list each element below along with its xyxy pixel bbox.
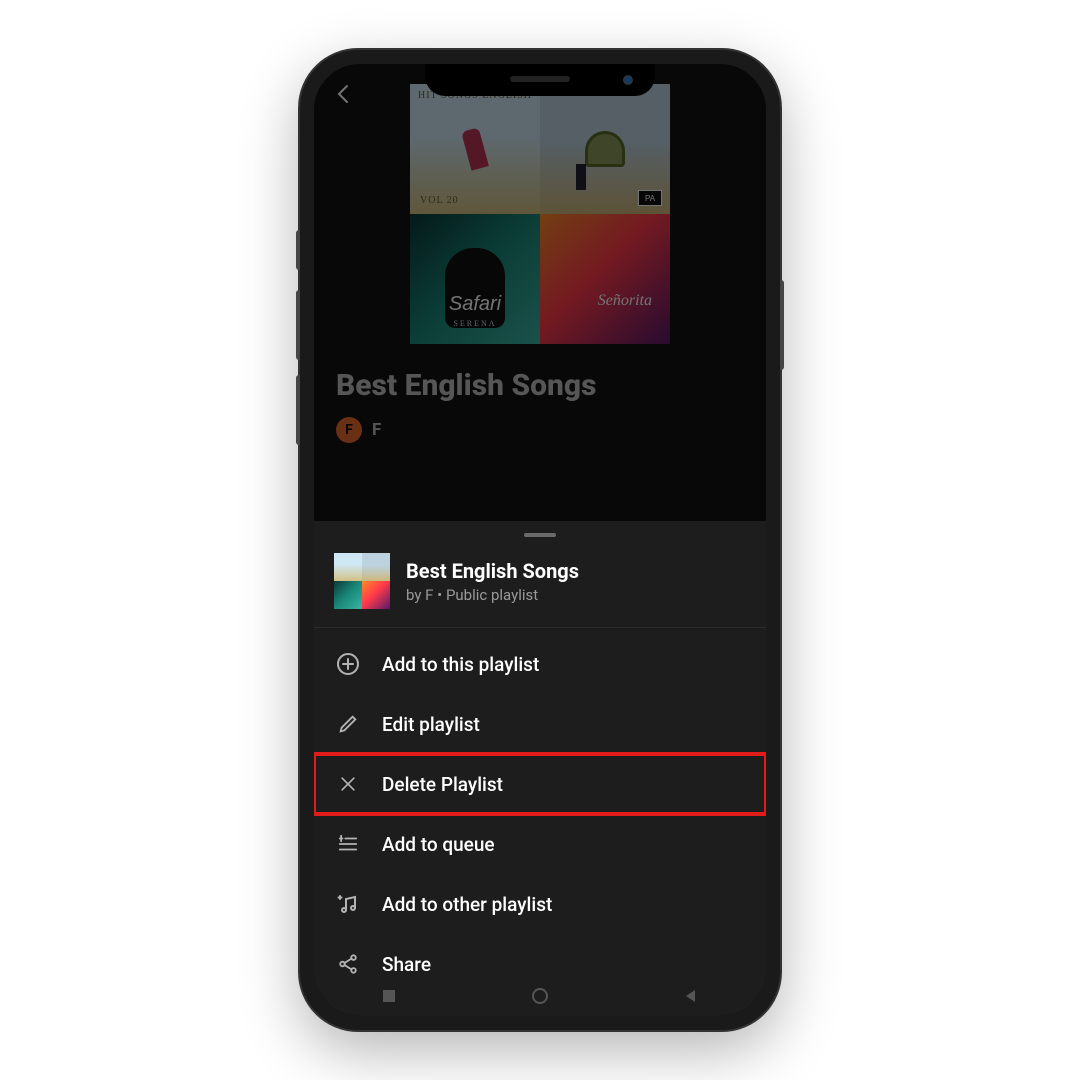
menu-list: Add to this playlist Edit playlist Delet… [314, 628, 766, 994]
menu-delete-playlist[interactable]: Delete Playlist [314, 754, 766, 814]
nav-home-button[interactable] [531, 987, 549, 1005]
playlist-mini-cover [334, 553, 390, 609]
speaker-grille [510, 76, 570, 82]
phone-side-button [296, 375, 300, 445]
close-icon [336, 772, 360, 796]
phone-side-button [296, 290, 300, 360]
sheet-header: Best English Songs by F • Public playlis… [314, 547, 766, 628]
pencil-icon [336, 712, 360, 736]
front-camera [623, 75, 633, 85]
phone-side-button [296, 230, 300, 270]
menu-item-label: Share [382, 953, 431, 976]
nav-back-button[interactable] [683, 988, 699, 1004]
android-nav-bar [314, 976, 766, 1016]
menu-item-label: Add to queue [382, 833, 495, 856]
menu-item-label: Add to other playlist [382, 893, 552, 916]
music-plus-icon [336, 892, 360, 916]
menu-add-to-this-playlist[interactable]: Add to this playlist [314, 634, 766, 694]
share-icon [336, 952, 360, 976]
plus-circle-icon [336, 652, 360, 676]
sheet-grabber[interactable] [524, 533, 556, 537]
sheet-subtitle: by F • Public playlist [406, 586, 579, 604]
nav-recent-button[interactable] [381, 988, 397, 1004]
app-screen: HIT SONGS ENGLISH VOL 20 PA Safari SEREN… [314, 64, 766, 1016]
phone-side-button [780, 280, 784, 370]
menu-add-to-other-playlist[interactable]: Add to other playlist [314, 874, 766, 934]
phone-frame: HIT SONGS ENGLISH VOL 20 PA Safari SEREN… [300, 50, 780, 1030]
context-menu-sheet: Best English Songs by F • Public playlis… [314, 521, 766, 1016]
menu-edit-playlist[interactable]: Edit playlist [314, 694, 766, 754]
menu-item-label: Add to this playlist [382, 653, 539, 676]
menu-item-label: Edit playlist [382, 713, 480, 736]
sheet-title: Best English Songs [406, 559, 579, 584]
device-notch [425, 64, 655, 96]
menu-add-to-queue[interactable]: Add to queue [314, 814, 766, 874]
queue-icon [336, 832, 360, 856]
menu-item-label: Delete Playlist [382, 773, 503, 796]
